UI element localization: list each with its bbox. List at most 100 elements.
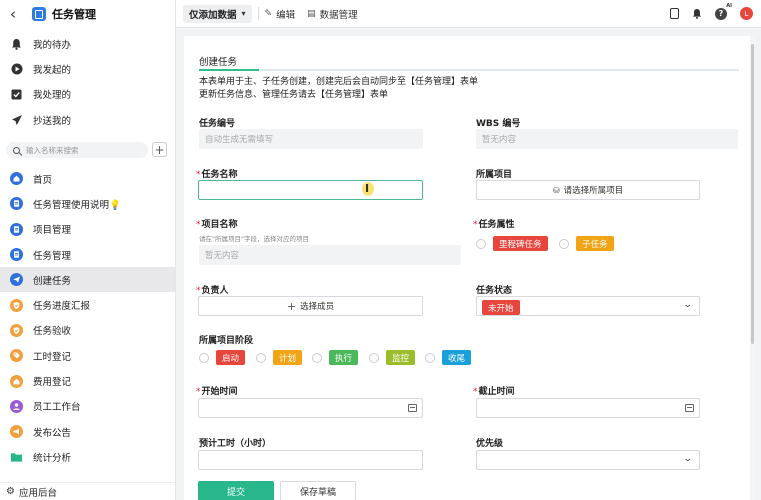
subtask-tag: 子任务 <box>576 236 614 251</box>
app-title: 任务管理 <box>52 8 96 21</box>
stage-option[interactable]: 执行 <box>312 350 359 365</box>
tag-icon <box>10 349 23 363</box>
form-panel: 创建任务 本表单用于主、子任务创建，创建完后会自动同步至【任务管理】表单 更新任… <box>184 36 755 500</box>
stage-option[interactable]: 监控 <box>369 350 416 365</box>
sidebar-item-label: 我处理的 <box>33 90 72 102</box>
sidebar-item[interactable]: 任务管理 <box>0 242 175 267</box>
radio-button[interactable] <box>312 352 322 363</box>
sidebar-item-my-handled[interactable]: 我处理的 <box>0 82 175 107</box>
avatar[interactable]: L <box>740 7 753 20</box>
sidebar-item[interactable]: 费用登记 <box>0 368 175 393</box>
sidebar-item-label: 项目管理 <box>33 225 72 237</box>
stage-tag: 执行 <box>329 350 359 365</box>
check-box-icon <box>10 88 23 101</box>
select-project-button[interactable]: ⛁ 请选择所属项目 <box>476 180 700 200</box>
save-draft-button[interactable]: 保存草稿 <box>280 481 356 500</box>
stage-option[interactable]: 收尾 <box>425 350 472 365</box>
stage-tag: 计划 <box>273 350 303 365</box>
help-icon[interactable]: ? AI <box>715 3 732 20</box>
sidebar-item[interactable]: 任务验收 <box>0 318 175 343</box>
priority-select[interactable]: ⌄ <box>476 450 700 470</box>
sidebar-item-label: 发布公告 <box>33 427 72 439</box>
priority-label: 优先级 <box>476 439 504 449</box>
radio-button[interactable] <box>476 238 486 249</box>
text-cursor-indicator <box>362 182 374 196</box>
shield-check-icon <box>10 323 23 337</box>
sidebar-item[interactable]: 工时登记 <box>0 343 175 368</box>
sidebar-item[interactable]: 发布公告 <box>0 419 175 444</box>
sidebar-item-label: 我发起的 <box>33 64 72 76</box>
project-name-label: *项目名称 <box>196 220 238 230</box>
radio-button[interactable] <box>369 352 379 363</box>
view-mode-label: 仅添加数据 <box>189 9 237 21</box>
send-circle-icon <box>10 62 23 75</box>
chevron-left-icon[interactable]: ‹ <box>10 5 30 23</box>
sidebar-item-label: 抄送我的 <box>33 115 72 127</box>
task-attr-option-milestone[interactable]: 里程碑任务 <box>476 236 548 251</box>
sidebar-footer-label: 应用后台 <box>18 487 57 499</box>
add-menu-button[interactable]: + <box>152 142 167 157</box>
radio-button[interactable] <box>256 352 266 363</box>
sidebar-item-label: 创建任务 <box>33 275 72 287</box>
ai-badge: AI <box>726 2 732 9</box>
toolbar-divider <box>257 7 259 20</box>
sidebar-item[interactable]: 任务进度汇报 <box>0 292 175 317</box>
stage-option[interactable]: 启动 <box>199 350 246 365</box>
task-name-label: *任务名称 <box>196 170 238 180</box>
stage-tag: 收尾 <box>442 350 472 365</box>
bell-icon[interactable] <box>692 8 702 19</box>
sidebar-item[interactable]: 首页 <box>0 166 175 191</box>
radio-button[interactable] <box>199 352 209 363</box>
form-description-line: 本表单用于主、子任务创建，创建完后会自动同步至【任务管理】表单 <box>199 77 479 87</box>
sidebar-item-label: 员工工作台 <box>33 402 81 414</box>
tab-create-task[interactable]: 创建任务 <box>199 54 237 68</box>
project-label: 所属项目 <box>476 170 513 180</box>
project-name-placeholder: 暂无内容 <box>205 251 240 261</box>
home-icon <box>10 374 23 388</box>
sidebar-item-my-initiated[interactable]: 我发起的 <box>0 56 175 81</box>
sidebar-menu: 首页 任务管理使用说明💡 项目管理任务管理创建任务任务进度汇报 任务验收 工时登记费用登… <box>0 166 175 470</box>
radio-button[interactable] <box>425 352 435 363</box>
sidebar-item[interactable]: 创建任务 <box>0 267 175 293</box>
task-name-input[interactable] <box>198 180 423 200</box>
sidebar-item-label: 费用登记 <box>33 377 72 389</box>
est-hours-label: 预计工时（小时） <box>199 439 272 449</box>
sidebar-item-cc-me[interactable]: 抄送我的 <box>0 107 175 132</box>
wbs-no-placeholder: 暂无内容 <box>482 135 517 145</box>
scrollbar[interactable] <box>750 36 755 500</box>
end-time-picker[interactable] <box>476 398 700 418</box>
pencil-icon: ✎ <box>264 8 273 19</box>
select-member-button[interactable]: + 选择成员 <box>198 296 423 316</box>
sidebar-item-app-backend[interactable]: ⚙ 应用后台 <box>0 482 175 500</box>
edit-button[interactable]: ✎ 编辑 <box>265 7 296 21</box>
start-time-picker[interactable] <box>198 398 423 418</box>
sidebar-item[interactable]: 任务管理使用说明💡 <box>0 191 175 216</box>
select-member-label: 选择成员 <box>300 302 335 312</box>
est-hours-input[interactable] <box>198 450 423 470</box>
view-mode-dropdown[interactable]: 仅添加数据 ▾ <box>183 4 252 23</box>
task-attr-option-subtask[interactable]: 子任务 <box>559 236 614 251</box>
task-no-placeholder: 自动生成无需填写 <box>205 135 274 145</box>
project-name-label-text: 项目名称 <box>201 220 238 230</box>
sidebar-item-my-todo[interactable]: 我的待办 <box>0 31 175 56</box>
sidebar-search[interactable]: 输入名称来搜索 <box>6 142 148 158</box>
tablet-icon[interactable] <box>670 8 679 19</box>
radio-button[interactable] <box>559 238 569 249</box>
sidebar-item-label: 统计分析 <box>33 452 72 464</box>
calendar-icon <box>685 404 694 412</box>
submit-button[interactable]: 提交 <box>198 481 274 500</box>
owner-label-text: 负责人 <box>201 286 229 296</box>
data-manage-button[interactable]: ▤ 数据管理 <box>307 7 358 21</box>
stage-option[interactable]: 计划 <box>256 350 303 365</box>
folder-icon <box>10 450 23 463</box>
user-icon <box>10 399 23 413</box>
search-placeholder: 输入名称来搜索 <box>26 145 79 155</box>
sidebar-item[interactable]: 统计分析 <box>0 444 175 469</box>
document-icon <box>10 248 23 262</box>
send-icon <box>10 273 23 287</box>
start-time-label-text: 开始时间 <box>201 387 238 397</box>
project-name-field: 暂无内容 <box>199 245 461 265</box>
status-select[interactable]: 未开始 ⌄ <box>476 296 700 316</box>
sidebar-item[interactable]: 项目管理 <box>0 217 175 242</box>
sidebar-item[interactable]: 员工工作台 <box>0 394 175 419</box>
